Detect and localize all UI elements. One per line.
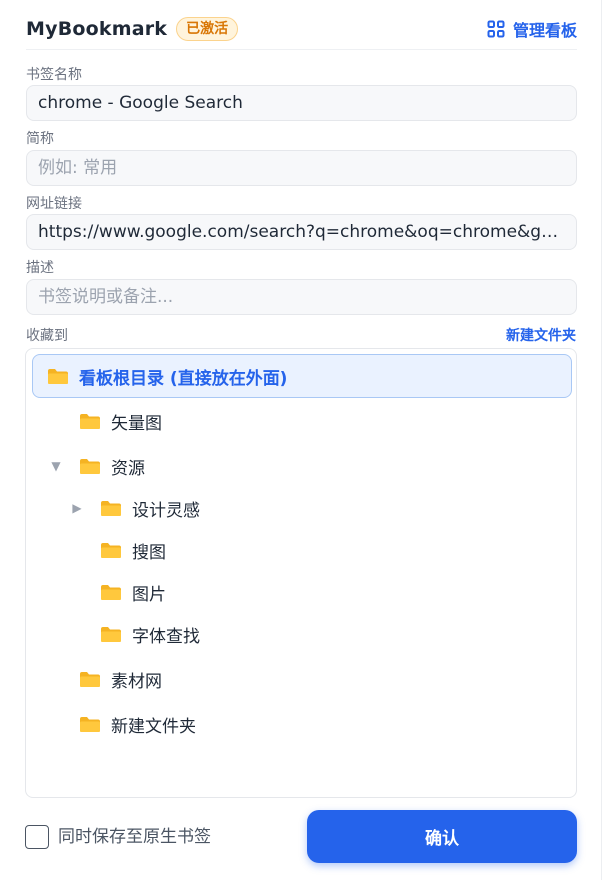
- manage-board-label: 管理看板: [512, 20, 577, 40]
- name-label: 书签名称: [26, 67, 82, 83]
- grid-icon: [487, 20, 505, 37]
- tree-node-label: 资源: [111, 458, 145, 479]
- tree-node[interactable]: 搜图: [100, 538, 166, 563]
- bookmark-popup: MyBookmark 已激活 管理看板 书签名称 简称 网址链接 https:/…: [0, 0, 602, 880]
- sync-native-checkbox[interactable]: [25, 825, 49, 849]
- new-folder-button[interactable]: 新建文件夹: [506, 325, 576, 345]
- tree-node[interactable]: 图片: [100, 580, 166, 605]
- caret-down-icon[interactable]: ▼: [49, 459, 63, 473]
- tree-node-label: 字体查找: [132, 626, 200, 647]
- folder-icon: [80, 671, 100, 687]
- collect-label: 收藏到: [26, 328, 68, 344]
- tree-node[interactable]: 素材网: [79, 667, 162, 692]
- tree-node-label: 新建文件夹: [111, 716, 196, 737]
- folder-icon: [48, 368, 68, 384]
- url-label: 网址链接: [26, 196, 82, 212]
- folder-icon: [80, 458, 100, 474]
- sync-native-label: 同时保存至原生书签: [58, 827, 211, 847]
- manage-board-button[interactable]: 管理看板: [487, 17, 577, 41]
- tree-node-label: 图片: [132, 584, 166, 605]
- name-input[interactable]: [26, 85, 577, 121]
- folder-icon: [101, 500, 121, 516]
- tree-node[interactable]: 资源: [79, 454, 145, 479]
- folder-icon: [101, 584, 121, 600]
- description-input[interactable]: [26, 279, 577, 315]
- header: MyBookmark 已激活 管理看板: [26, 14, 577, 50]
- tree-node[interactable]: 字体查找: [100, 622, 200, 647]
- url-input[interactable]: https://www.google.com/search?q=chrome&o…: [26, 214, 577, 250]
- tree-node-label: 素材网: [111, 671, 162, 692]
- collect-row: 收藏到 新建文件夹: [26, 326, 576, 344]
- folder-tree: 看板根目录 (直接放在外面) 矢量图 ▼ 资源 ▶ 设计灵感 搜图 图片 字体查…: [25, 348, 577, 798]
- short-name-label: 简称: [26, 131, 54, 147]
- tree-node[interactable]: 新建文件夹: [79, 712, 196, 737]
- tree-node[interactable]: 设计灵感: [100, 496, 200, 521]
- tree-node-root[interactable]: 看板根目录 (直接放在外面): [32, 354, 572, 398]
- status-badge: 已激活: [176, 16, 239, 41]
- tree-node[interactable]: 矢量图: [79, 409, 162, 434]
- short-name-input[interactable]: [26, 150, 577, 186]
- tree-node-label: 矢量图: [111, 413, 162, 434]
- tree-node-label: 设计灵感: [132, 500, 200, 521]
- caret-right-icon[interactable]: ▶: [70, 501, 84, 515]
- tree-node-label: 看板根目录 (直接放在外面): [79, 368, 288, 389]
- app-title: MyBookmark: [26, 17, 168, 40]
- description-label: 描述: [26, 260, 54, 276]
- folder-icon: [80, 413, 100, 429]
- folder-icon: [101, 626, 121, 642]
- folder-icon: [80, 716, 100, 732]
- confirm-button[interactable]: 确认: [307, 810, 577, 863]
- tree-node-label: 搜图: [132, 542, 166, 563]
- folder-icon: [101, 542, 121, 558]
